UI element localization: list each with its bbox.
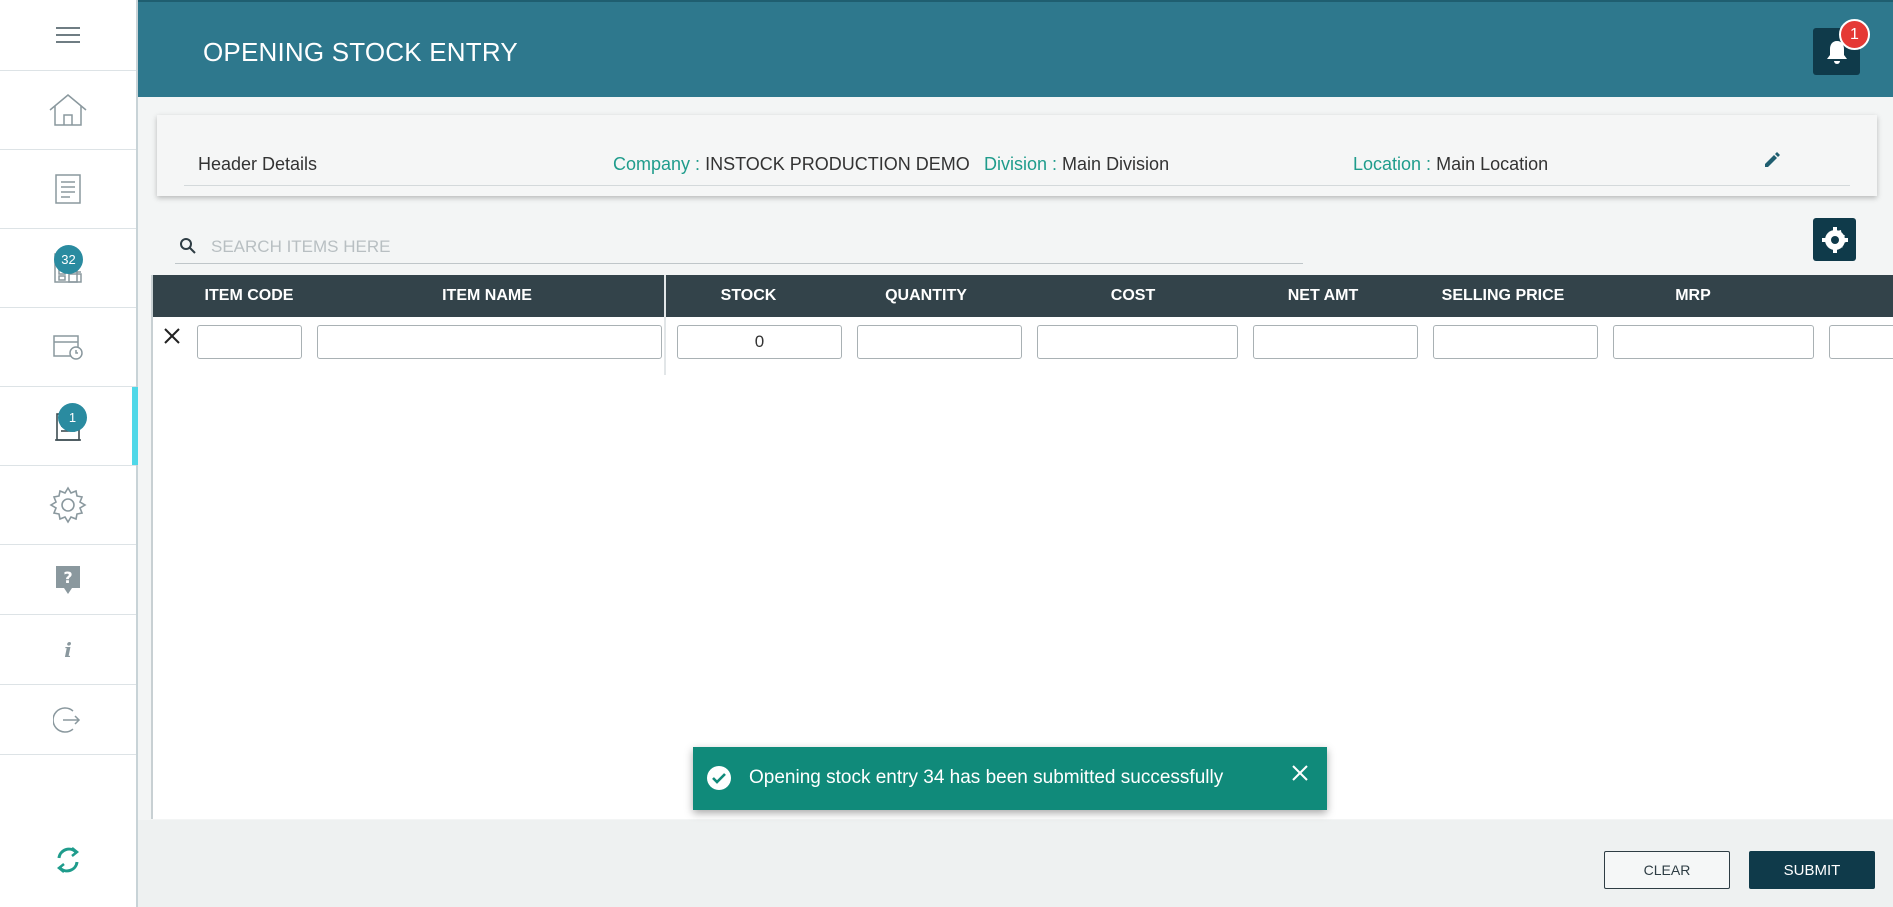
header-details-title: Header Details	[198, 154, 318, 174]
overflow-column-input[interactable]	[1829, 325, 1893, 359]
help-icon: ?	[56, 565, 80, 594]
column-divider	[664, 275, 666, 375]
sidebar-menu-toggle[interactable]	[0, 0, 136, 71]
check-circle-icon	[707, 766, 731, 790]
company-field: Company : INSTOCK PRODUCTION DEMO	[613, 154, 970, 175]
search-input[interactable]	[211, 235, 1291, 259]
column-header-cost: COST	[1110, 287, 1156, 304]
top-bar: OPENING STOCK ENTRY 1	[138, 0, 1893, 97]
clear-button[interactable]: CLEAR	[1604, 851, 1730, 889]
orders-badge: 32	[54, 245, 83, 274]
search-icon	[180, 238, 196, 254]
company-label: Company :	[613, 154, 701, 174]
cost-input[interactable]	[1037, 325, 1238, 359]
table-settings-button[interactable]	[1813, 218, 1856, 261]
info-icon: i	[64, 639, 72, 661]
gear-icon	[49, 486, 87, 524]
column-header-selling-price: SELLING PRICE	[1441, 287, 1565, 304]
column-header-stock: STOCK	[720, 287, 777, 304]
table-header: ITEM CODE ITEM NAME STOCK QUANTITY COST …	[153, 275, 1893, 317]
stock-input[interactable]	[677, 325, 842, 359]
edit-header-button[interactable]	[1763, 151, 1781, 174]
sidebar-item-help[interactable]: ?	[0, 545, 136, 615]
box-clock-icon	[53, 335, 83, 360]
column-header-mrp: MRP	[1675, 287, 1711, 304]
quantity-input[interactable]	[857, 325, 1022, 359]
svg-text:?: ?	[63, 568, 72, 587]
sidebar-item-logout[interactable]	[0, 685, 136, 755]
close-icon	[1292, 765, 1308, 781]
pencil-icon	[1765, 152, 1780, 167]
column-header-item-name: ITEM NAME	[442, 287, 532, 304]
sidebar-item-sync[interactable]	[0, 830, 136, 890]
sidebar-item-info[interactable]: i	[0, 615, 136, 685]
svg-text:i: i	[64, 639, 72, 661]
opening-stock-badge: 1	[58, 403, 87, 432]
mrp-input[interactable]	[1613, 325, 1814, 359]
home-icon	[49, 94, 87, 126]
header-divider	[184, 185, 1850, 186]
gear-icon	[1821, 226, 1848, 253]
net-amt-input[interactable]	[1253, 325, 1418, 359]
column-header-item-code: ITEM CODE	[204, 287, 294, 304]
sidebar-item-stock[interactable]	[0, 308, 136, 387]
item-code-input[interactable]	[197, 325, 302, 359]
column-header-quantity: QUANTITY	[885, 287, 967, 304]
success-toast: Opening stock entry 34 has been submitte…	[693, 747, 1327, 810]
sidebar-item-opening-stock[interactable]: 1	[0, 387, 138, 466]
sidebar: 32 1 ? i	[0, 0, 138, 907]
submit-button[interactable]: SUBMIT	[1749, 851, 1875, 889]
notification-badge: 1	[1839, 19, 1870, 50]
items-table: ITEM CODE ITEM NAME STOCK QUANTITY COST …	[151, 275, 1893, 819]
remove-row-button[interactable]	[163, 327, 181, 350]
item-name-input[interactable]	[317, 325, 662, 359]
page-title: OPENING STOCK ENTRY	[203, 37, 518, 67]
company-value: INSTOCK PRODUCTION DEMO	[705, 154, 970, 174]
location-label: Location :	[1353, 154, 1432, 174]
location-field: Location : Main Location	[1353, 154, 1548, 175]
logout-icon	[53, 706, 81, 733]
division-label: Division :	[984, 154, 1058, 174]
column-header-net-amt: NET AMT	[1287, 287, 1359, 304]
toast-message: Opening stock entry 34 has been submitte…	[749, 767, 1224, 788]
toast-close-button[interactable]	[1291, 764, 1309, 787]
close-icon	[164, 328, 180, 344]
division-value: Main Division	[1062, 154, 1170, 174]
header-details-card: Header Details Company : INSTOCK PRODUCT…	[157, 115, 1877, 196]
sidebar-item-orders[interactable]: 32	[0, 229, 136, 308]
footer: CLEAR SUBMIT	[138, 820, 1893, 907]
sidebar-item-settings[interactable]	[0, 466, 136, 545]
sync-icon	[56, 847, 80, 873]
sidebar-item-reports[interactable]	[0, 150, 136, 229]
division-field: Division : Main Division	[984, 154, 1169, 175]
location-value: Main Location	[1436, 154, 1549, 174]
hamburger-icon	[56, 27, 80, 43]
search-bar	[175, 231, 1303, 264]
sidebar-item-home[interactable]	[0, 71, 136, 150]
selling-price-input[interactable]	[1433, 325, 1598, 359]
document-icon	[55, 174, 81, 204]
